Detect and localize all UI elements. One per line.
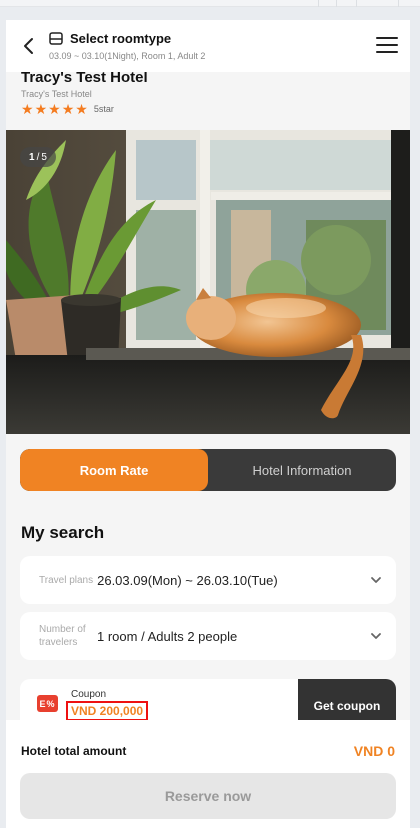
total-amount-value: VND 0 — [353, 743, 395, 759]
star-label: 5star — [93, 104, 114, 114]
reserve-now-button[interactable]: Reserve now — [20, 773, 396, 819]
travel-plans-value: 26.03.09(Mon) ~ 26.03.10(Tue) — [97, 572, 278, 588]
top-header: Select roomtype 03.09 ~ 03.10(1Night), R… — [6, 20, 410, 72]
coupon-icon: E% — [37, 695, 58, 712]
header-title: Select roomtype — [70, 31, 172, 46]
travel-plans-field[interactable]: Travel plans 26.03.09(Mon) ~ 26.03.10(Tu… — [20, 556, 396, 604]
bottom-bar: Hotel total amount VND 0 Reserve now — [6, 720, 410, 828]
mobile-app-frame: Select roomtype 03.09 ~ 03.10(1Night), R… — [6, 20, 410, 828]
total-amount-label: Hotel total amount — [21, 744, 127, 758]
bed-icon — [49, 32, 63, 45]
back-icon[interactable] — [20, 36, 38, 56]
coupon-amount: VND 200,000 — [66, 701, 149, 721]
star-icon: ★ — [21, 101, 34, 117]
hotel-subname: Tracy's Test Hotel — [21, 89, 92, 99]
tab-bar: Room Rate Hotel Information — [20, 449, 396, 491]
star-icon: ★ — [75, 101, 88, 117]
travel-plans-label: Travel plans — [39, 574, 94, 586]
coupon-label: Coupon — [71, 689, 107, 700]
image-counter: 1 / 5 — [20, 147, 56, 167]
star-icon: ★ — [61, 101, 75, 117]
travelers-value: 1 room / Adults 2 people — [97, 628, 238, 644]
travelers-label: Number of travelers — [39, 624, 86, 648]
star-icon: ★ — [34, 101, 48, 117]
image-counter-current: 1 — [29, 151, 35, 163]
image-counter-total: 5 — [41, 151, 47, 163]
star-icon: ★ — [48, 101, 61, 117]
image-counter-separator: / — [36, 151, 40, 163]
hamburger-menu-icon[interactable] — [376, 37, 398, 55]
tab-hotel-information[interactable]: Hotel Information — [208, 449, 396, 491]
travelers-field[interactable]: Number of travelers 1 room / Adults 2 pe… — [20, 612, 396, 660]
header-subtitle: 03.09 ~ 03.10(1Night), Room 1, Adult 2 — [49, 51, 206, 61]
hotel-photo-carousel[interactable]: 1 / 5 — [6, 130, 410, 434]
browser-top-strip — [0, 0, 420, 7]
my-search-title: My search — [21, 523, 105, 542]
chevron-down-icon — [371, 577, 381, 583]
tab-room-rate[interactable]: Room Rate — [20, 449, 208, 491]
hotel-photo — [6, 130, 410, 434]
chevron-down-icon — [371, 633, 381, 639]
star-rating: ★ ★ ★ ★ ★ 5star — [21, 102, 114, 116]
